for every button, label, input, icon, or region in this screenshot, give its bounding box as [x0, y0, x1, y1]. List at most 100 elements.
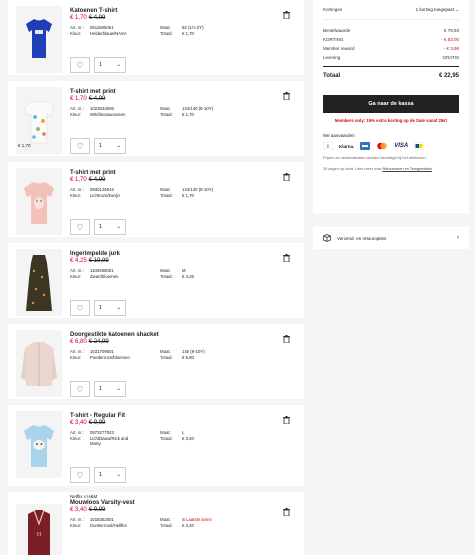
item-title[interactable]: Mouwloos Varsity-vest [70, 500, 296, 506]
item-info: T-shirt met print € 1,70 € 4,99 Art. nr.:… [70, 89, 296, 117]
item-price: € 1,70 € 4,99 [70, 96, 296, 102]
item-title[interactable]: T-shirt met print [70, 170, 296, 176]
discounts-text: 1 korting toegepast [415, 6, 454, 12]
art-value: 1018352001 [90, 517, 114, 522]
item-info: Netflix x H&M Mouwloos Varsity-vest € 3,… [70, 494, 296, 528]
color-value: Poederroze/bloemen [90, 355, 130, 360]
chevron-down-icon: ⌄ [116, 224, 121, 230]
favorite-button[interactable]: ♡ [70, 300, 90, 316]
size-label: Maat: [160, 106, 171, 111]
favorite-button[interactable]: ♡ [70, 57, 90, 73]
image-price-badge: € 1,70 [18, 143, 31, 148]
item-price: € 3,40 € 9,99 [70, 507, 296, 513]
total-label: Totaal: [160, 193, 173, 198]
product-image[interactable] [16, 6, 62, 73]
quantity-select[interactable]: 1 ⌄ [94, 219, 126, 235]
heart-icon: ♡ [76, 470, 84, 480]
item-brand: Netflix x H&M [70, 494, 98, 499]
item-info: Katoenen T-shirt € 1,70 € 4,99 Art. nr.: 0… [70, 8, 296, 36]
price-now: € 3,40 [70, 420, 87, 426]
row-value: - € 53,00 [441, 37, 459, 42]
size-value: M [182, 268, 186, 273]
size-label: Maat: [160, 349, 171, 354]
item-title[interactable]: Ingerimpelde jurk [70, 251, 296, 257]
quantity-select[interactable]: 1 ⌄ [94, 138, 126, 154]
color-label: Kleur: [70, 523, 82, 528]
item-title[interactable]: T-shirt met print [70, 89, 296, 95]
item-title[interactable]: Katoenen T-shirt [70, 8, 296, 14]
summary-row: KORTING - € 53,00 [323, 37, 459, 42]
price-now: € 1,70 [70, 96, 87, 102]
item-info: T-shirt - Regular Fit € 3,40 € 9,99 Art. … [70, 413, 296, 446]
favorite-button[interactable]: ♡ [70, 467, 90, 483]
total-label: Totaal: [160, 274, 173, 279]
color-label: Kleur: [70, 31, 82, 36]
heart-icon: ♡ [76, 384, 84, 394]
size-value: 134/140 (8-10Y) [182, 187, 214, 192]
item-price: € 3,40 € 9,99 [70, 420, 296, 426]
item-details: Art. nr.: 0930126042 Maat: 134/140 (8-10Y)… [70, 187, 296, 198]
price-now: € 3,40 [70, 507, 87, 513]
quantity-value: 1 [99, 143, 103, 149]
size-value: 140 (9-10Y) [182, 349, 205, 354]
product-image[interactable] [16, 411, 62, 478]
bancontact-icon [414, 142, 425, 151]
shipping-options-row[interactable]: Verzend- en retouropties › [313, 227, 469, 249]
color-label: Kleur: [70, 274, 82, 279]
size-label: Maat: [160, 25, 171, 30]
product-image[interactable] [16, 168, 62, 235]
item-title[interactable]: Doorgestikte katoenen shacket [70, 332, 296, 338]
color-label: Kleur: [70, 436, 82, 441]
total-value: € 6,80 [182, 355, 194, 360]
ideal-icon: i [323, 142, 333, 151]
chevron-down-icon: ⌄ [116, 472, 121, 478]
quantity-select[interactable]: 1 ⌄ [94, 300, 126, 316]
order-summary: Kortingen 1 korting toegepast ⌄ Bestelwa… [313, 0, 469, 213]
total-value: € 3,40 [182, 523, 194, 528]
total-label: Totaal: [160, 112, 173, 117]
row-label: Levering [323, 55, 341, 60]
art-label: Art. nr.: [70, 187, 84, 192]
color-value: Zwart/bloemen [90, 274, 119, 279]
low-stock-label: Laatste items [186, 517, 212, 522]
item-price: € 4,25 € 19,99 [70, 258, 296, 264]
product-image[interactable] [16, 249, 62, 316]
art-value: 1031709001 [90, 349, 114, 354]
item-info: T-shirt met print € 1,70 € 4,99 Art. nr.:… [70, 170, 296, 198]
heart-icon: ♡ [76, 303, 84, 313]
row-label: Bestelwaarde [323, 28, 351, 33]
product-image[interactable] [16, 330, 62, 397]
price-now: € 1,70 [70, 177, 87, 183]
favorite-button[interactable]: ♡ [70, 381, 90, 397]
quantity-select[interactable]: 1 ⌄ [94, 467, 126, 483]
product-image[interactable]: H [16, 504, 62, 555]
payment-methods-label: We aanvaarden [323, 133, 355, 139]
total-value: € 1,70 [182, 193, 194, 198]
total-value: € 4,25 [182, 274, 194, 279]
art-label: Art. nr.: [70, 517, 84, 522]
item-details: Art. nr.: 0973277043 Maat: L Kleur: Lichtbl… [70, 430, 296, 446]
item-actions: ♡ 1 ⌄ [70, 219, 126, 235]
item-details: Art. nr.: 0611605061 Maat: 92 (1½-2Y) Kleu… [70, 25, 296, 36]
quantity-select[interactable]: 1 ⌄ [94, 57, 126, 73]
price-was: € 9,99 [88, 420, 106, 426]
cart-item: Ingerimpelde jurk € 4,25 € 19,99 Art. nr.… [8, 243, 304, 318]
quantity-value: 1 [99, 305, 103, 311]
color-value: Donkerrood/Hellfire [90, 523, 128, 528]
quantity-select[interactable]: 1 ⌄ [94, 381, 126, 397]
quantity-value: 1 [99, 472, 103, 478]
favorite-button[interactable]: ♡ [70, 138, 90, 154]
item-price: € 1,70 € 4,99 [70, 15, 296, 21]
package-icon [323, 234, 331, 242]
returns-link[interactable]: Retourneren en Terugbetalen [383, 167, 432, 171]
size-text: S [182, 517, 185, 522]
checkout-button[interactable]: Ga naar de kassa [323, 95, 459, 113]
total-value: € 22,95 [438, 73, 459, 79]
discounts-row[interactable]: Kortingen 1 korting toegepast ⌄ [323, 0, 459, 20]
item-title[interactable]: T-shirt - Regular Fit [70, 413, 296, 419]
size-value: S Laatste items [182, 517, 262, 522]
size-value: L [182, 430, 185, 435]
favorite-button[interactable]: ♡ [70, 219, 90, 235]
color-value: Lichtblauw/Rick and Morty [90, 436, 129, 446]
cart-item: Doorgestikte katoenen shacket € 6,80 € 24… [8, 324, 304, 399]
